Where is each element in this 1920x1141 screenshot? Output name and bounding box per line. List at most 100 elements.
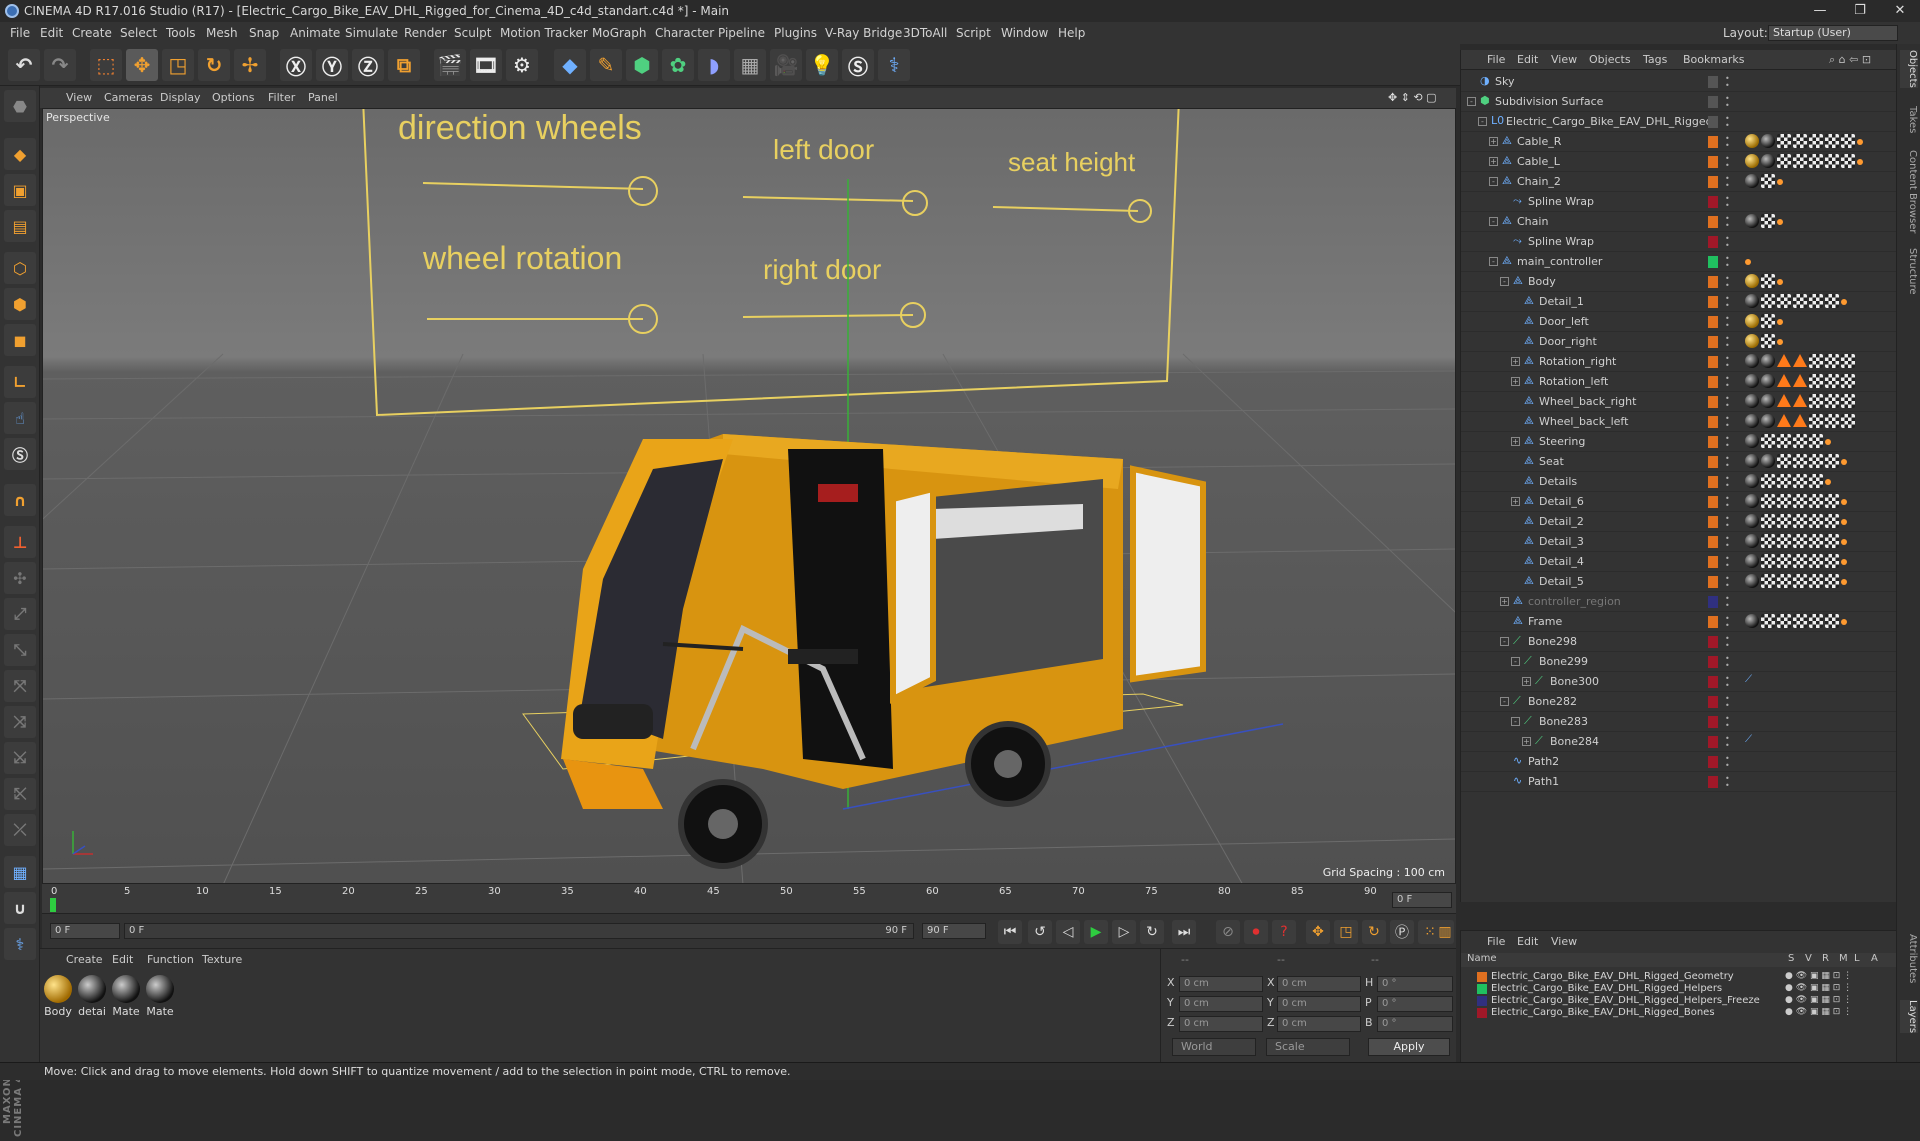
texture-tag-icon[interactable] bbox=[1777, 474, 1791, 488]
previous-frame-icon[interactable]: ◁ bbox=[1056, 920, 1080, 944]
menu-animate[interactable]: Animate bbox=[290, 22, 340, 44]
object-row[interactable]: ◑ Sky • • bbox=[1461, 72, 1897, 92]
menu-file[interactable]: File bbox=[10, 22, 30, 44]
object-row[interactable]: + ⟁ Rotation_left • • bbox=[1461, 372, 1897, 392]
material-tag-icon[interactable] bbox=[1745, 574, 1759, 588]
material-tag-icon[interactable] bbox=[1745, 354, 1759, 368]
visibility-dots-icon[interactable]: • • bbox=[1725, 255, 1730, 270]
workplane-align-icon[interactable]: ⤨ bbox=[4, 706, 36, 738]
visibility-dots-icon[interactable]: • • bbox=[1725, 155, 1730, 170]
tag-icon[interactable]: ⟋ bbox=[1745, 734, 1753, 746]
visibility-dots-icon[interactable]: • • bbox=[1725, 415, 1730, 430]
visibility-dots-icon[interactable]: • • bbox=[1725, 575, 1730, 590]
menu-edit[interactable]: Edit bbox=[40, 22, 63, 44]
next-key-icon[interactable]: ↻ bbox=[1140, 920, 1164, 944]
texture-tag-icon[interactable] bbox=[1793, 294, 1807, 308]
light-icon[interactable]: 💡 bbox=[806, 49, 838, 81]
texture-tag-icon[interactable] bbox=[1793, 154, 1807, 168]
tag-icon[interactable] bbox=[1825, 439, 1831, 445]
texture-tag-icon[interactable] bbox=[1809, 614, 1823, 628]
material-tag-icon[interactable] bbox=[1761, 374, 1775, 388]
solo-icon[interactable]: Ⓢ bbox=[4, 438, 36, 470]
texture-tag-icon[interactable] bbox=[1841, 134, 1855, 148]
workplane-selection-icon[interactable]: ⤪ bbox=[4, 778, 36, 810]
material-swatch[interactable]: Body bbox=[42, 975, 74, 1018]
tag-icon[interactable] bbox=[1841, 299, 1847, 305]
texture-tag-icon[interactable] bbox=[1825, 534, 1839, 548]
size-y-field[interactable]: 0 cm bbox=[1277, 996, 1361, 1012]
menu-render[interactable]: Render bbox=[404, 22, 447, 44]
visibility-dots-icon[interactable]: • • bbox=[1725, 495, 1730, 510]
layer-color-swatch[interactable] bbox=[1708, 516, 1718, 528]
points-mode-icon[interactable]: ⬡ bbox=[4, 252, 36, 284]
texture-tag-icon[interactable] bbox=[1825, 154, 1839, 168]
layer-color-swatch[interactable] bbox=[1708, 356, 1718, 368]
viewport-menu-panel[interactable]: Panel bbox=[308, 88, 338, 108]
layer-color-swatch[interactable] bbox=[1708, 476, 1718, 488]
layer-flags-icon[interactable]: ● 👁 ▣ ▦ ⊡ ⋮ bbox=[1785, 983, 1852, 993]
material-tag-icon[interactable] bbox=[1745, 334, 1759, 348]
texture-tag-icon[interactable] bbox=[1793, 574, 1807, 588]
texture-tag-icon[interactable] bbox=[1809, 154, 1823, 168]
coordinate-scale-select[interactable]: Scale bbox=[1266, 1038, 1350, 1056]
material-menu-function[interactable]: Function bbox=[147, 953, 194, 966]
object-row[interactable]: + ⟁ Cable_R • • bbox=[1461, 132, 1897, 152]
material-tag-icon[interactable] bbox=[1745, 534, 1759, 548]
tree-expand-icon[interactable]: - bbox=[1511, 657, 1520, 666]
live-selection-icon[interactable]: ⬚ bbox=[90, 49, 122, 81]
material-tag-icon[interactable] bbox=[1745, 434, 1759, 448]
texture-tag-icon[interactable] bbox=[1793, 554, 1807, 568]
material-tag-icon[interactable] bbox=[1745, 614, 1759, 628]
texture-tag-icon[interactable] bbox=[1825, 454, 1839, 468]
constraint-tag-icon[interactable] bbox=[1777, 414, 1791, 427]
texture-tag-icon[interactable] bbox=[1809, 414, 1823, 428]
texture-tag-icon[interactable] bbox=[1825, 294, 1839, 308]
visibility-dots-icon[interactable]: • • bbox=[1725, 115, 1730, 130]
layer-color-swatch[interactable] bbox=[1708, 276, 1718, 288]
visibility-dots-icon[interactable]: • • bbox=[1725, 715, 1730, 730]
menu-motion-tracker[interactable]: Motion Tracker bbox=[500, 22, 588, 44]
magnet-icon[interactable]: ∪ bbox=[4, 892, 36, 924]
texture-tag-icon[interactable] bbox=[1761, 534, 1775, 548]
layer-color-swatch[interactable] bbox=[1708, 96, 1718, 108]
object-row[interactable]: ⟁ Door_right • • bbox=[1461, 332, 1897, 352]
visibility-dots-icon[interactable]: • • bbox=[1725, 615, 1730, 630]
texture-tag-icon[interactable] bbox=[1809, 394, 1823, 408]
workplane-y-icon[interactable]: ⤡ bbox=[4, 634, 36, 666]
sketch-style-icon[interactable]: Ⓢ bbox=[842, 49, 874, 81]
object-row[interactable]: ∿ Path1 • • bbox=[1461, 772, 1897, 792]
texture-tag-icon[interactable] bbox=[1809, 294, 1823, 308]
constraint-tag-icon[interactable] bbox=[1793, 354, 1807, 367]
texture-tag-icon[interactable] bbox=[1809, 554, 1823, 568]
texture-tag-icon[interactable] bbox=[1825, 514, 1839, 528]
texture-tag-icon[interactable] bbox=[1825, 394, 1839, 408]
make-editable-icon[interactable]: ⬣ bbox=[4, 90, 36, 122]
material-tag-icon[interactable] bbox=[1745, 294, 1759, 308]
frame-range-slider[interactable]: 0 F 90 F bbox=[124, 923, 914, 939]
texture-tag-icon[interactable] bbox=[1841, 374, 1855, 388]
material-tag-icon[interactable] bbox=[1745, 134, 1759, 148]
position-y-field[interactable]: 0 cm bbox=[1179, 996, 1263, 1012]
render-picture-viewer-icon[interactable]: 🎞 bbox=[470, 49, 502, 81]
timeline-ruler[interactable]: 0 5 10 15 20 25 30 35 40 45 50 55 60 65 … bbox=[42, 884, 1456, 914]
texture-tag-icon[interactable] bbox=[1809, 514, 1823, 528]
x-axis-icon[interactable]: Ⓧ bbox=[280, 49, 312, 81]
tree-expand-icon[interactable]: + bbox=[1511, 357, 1520, 366]
layer-color-swatch[interactable] bbox=[1708, 576, 1718, 588]
texture-tag-icon[interactable] bbox=[1841, 414, 1855, 428]
texture-tag-icon[interactable] bbox=[1841, 354, 1855, 368]
workplane-x-icon[interactable]: ⤢ bbox=[4, 598, 36, 630]
texture-tag-icon[interactable] bbox=[1761, 174, 1775, 188]
layer-color-swatch[interactable] bbox=[1708, 156, 1718, 168]
object-row[interactable]: ⟁ Wheel_back_right • • bbox=[1461, 392, 1897, 412]
object-row[interactable]: ⟁ Detail_4 • • bbox=[1461, 552, 1897, 572]
tab-layers[interactable]: Layers bbox=[1900, 1000, 1918, 1034]
layer-color-swatch[interactable] bbox=[1708, 236, 1718, 248]
workplane-z-icon[interactable]: ⤧ bbox=[4, 670, 36, 702]
menu-simulate[interactable]: Simulate bbox=[345, 22, 398, 44]
texture-tag-icon[interactable] bbox=[1809, 454, 1823, 468]
visibility-dots-icon[interactable]: • • bbox=[1725, 435, 1730, 450]
texture-tag-icon[interactable] bbox=[1793, 474, 1807, 488]
tree-expand-icon[interactable]: + bbox=[1500, 597, 1509, 606]
visibility-dots-icon[interactable]: • • bbox=[1725, 695, 1730, 710]
